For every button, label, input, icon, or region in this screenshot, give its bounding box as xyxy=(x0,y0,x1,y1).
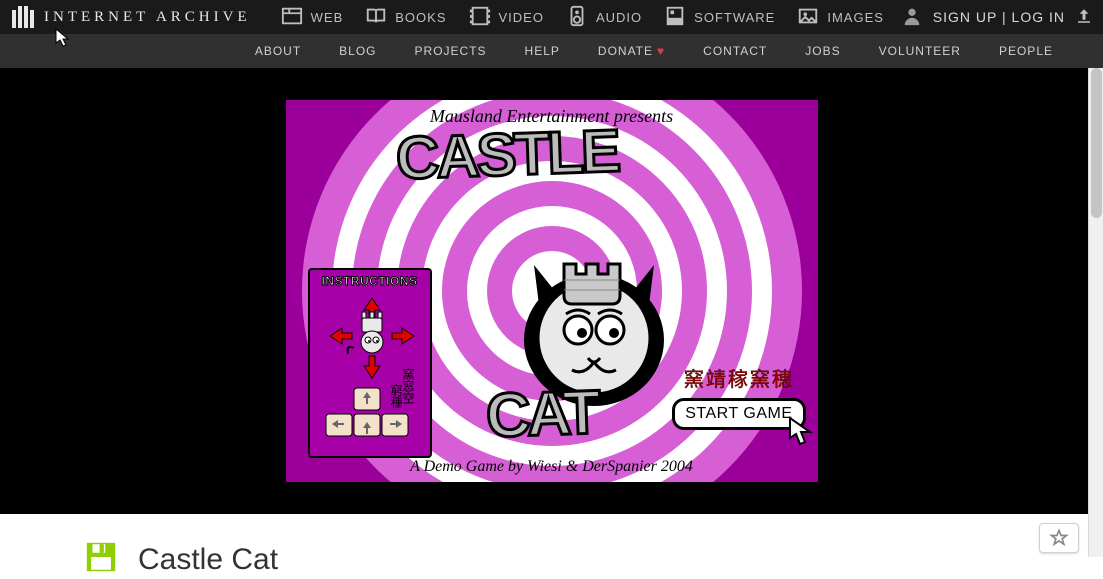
scrollbar-thumb[interactable] xyxy=(1091,68,1102,218)
subnav-jobs[interactable]: JOBS xyxy=(805,44,840,58)
pointer-cursor-icon xyxy=(784,414,818,448)
nav-books-label: BOOKS xyxy=(395,10,446,25)
nav-audio-label: AUDIO xyxy=(596,10,642,25)
cjk-instr-2: 窮種 xyxy=(389,383,403,408)
archive-logo-icon xyxy=(10,4,36,30)
page-header: Castle Cat xyxy=(0,514,1103,579)
upload-icon[interactable] xyxy=(1075,7,1093,28)
nav-web[interactable]: WEB xyxy=(281,5,344,30)
nav-video-label: VIDEO xyxy=(499,10,544,25)
nav-software[interactable]: SOFTWARE xyxy=(664,5,775,30)
subnav-help[interactable]: HELP xyxy=(525,44,560,58)
subnav-volunteer[interactable]: VOLUNTEER xyxy=(879,44,961,58)
title-line1: CASTLE xyxy=(394,116,618,193)
cjk-instr-1: 窯窓空 xyxy=(401,367,415,404)
audio-icon xyxy=(566,5,588,30)
sub-nav: ABOUT BLOG PROJECTS HELP DONATE ♥ CONTACT… xyxy=(0,34,1103,68)
brand-text: INTERNET ARCHIVE xyxy=(44,9,251,26)
subnav-contact[interactable]: CONTACT xyxy=(703,44,767,58)
instructions-panel: INSTRUCTIONS xyxy=(308,268,432,458)
favorite-button[interactable] xyxy=(1039,523,1079,553)
subnav-about[interactable]: ABOUT xyxy=(255,44,301,58)
scrollbar[interactable] xyxy=(1088,68,1103,557)
subnav-blog[interactable]: BLOG xyxy=(339,44,376,58)
nav-images-label: IMAGES xyxy=(827,10,884,25)
credit-text: A Demo Game by Wiesi & DerSpanier 2004 xyxy=(286,458,818,476)
top-nav: INTERNET ARCHIVE WEB BOOKS VIDEO AUDIO xyxy=(0,0,1103,34)
subnav-donate-label: DONATE xyxy=(598,44,653,58)
subnav-projects[interactable]: PROJECTS xyxy=(415,44,487,58)
nav-web-label: WEB xyxy=(311,10,344,25)
web-icon xyxy=(281,5,303,30)
software-icon xyxy=(664,5,686,30)
cjk-start-text: 窯靖稼窯穂 xyxy=(672,363,805,392)
media-links: WEB BOOKS VIDEO AUDIO SOFTWARE xyxy=(281,5,884,30)
subnav-donate[interactable]: DONATE ♥ xyxy=(598,44,665,58)
subnav-people[interactable]: PEOPLE xyxy=(999,44,1053,58)
nav-audio[interactable]: AUDIO xyxy=(566,5,642,30)
star-icon xyxy=(1049,528,1069,548)
brand[interactable]: INTERNET ARCHIVE xyxy=(0,4,261,30)
heart-icon: ♥ xyxy=(657,44,665,58)
video-icon xyxy=(469,5,491,30)
emulator-stage-wrap: Mausland Entertainment presents xyxy=(0,68,1103,514)
instructions-label: INSTRUCTIONS xyxy=(310,274,430,288)
title-line2: CAT xyxy=(484,377,597,452)
nav-images[interactable]: IMAGES xyxy=(797,5,884,30)
nav-video[interactable]: VIDEO xyxy=(469,5,544,30)
signup-link[interactable]: SIGN UP xyxy=(933,9,997,25)
game-title-screen[interactable]: Mausland Entertainment presents xyxy=(285,99,819,483)
auth-sep: | xyxy=(997,9,1011,25)
auth-area: SIGN UP | LOG IN xyxy=(901,5,1103,30)
start-game-area: 窯靖稼窯穂 START GAME xyxy=(672,363,805,430)
login-link[interactable]: LOG IN xyxy=(1012,9,1065,25)
floppy-disk-icon xyxy=(84,540,118,579)
nav-books[interactable]: BOOKS xyxy=(365,5,446,30)
nav-software-label: SOFTWARE xyxy=(694,10,775,25)
page-title: Castle Cat xyxy=(138,543,278,577)
auth-links: SIGN UP | LOG IN xyxy=(933,9,1065,25)
user-icon[interactable] xyxy=(901,5,923,30)
books-icon xyxy=(365,5,387,30)
images-icon xyxy=(797,5,819,30)
